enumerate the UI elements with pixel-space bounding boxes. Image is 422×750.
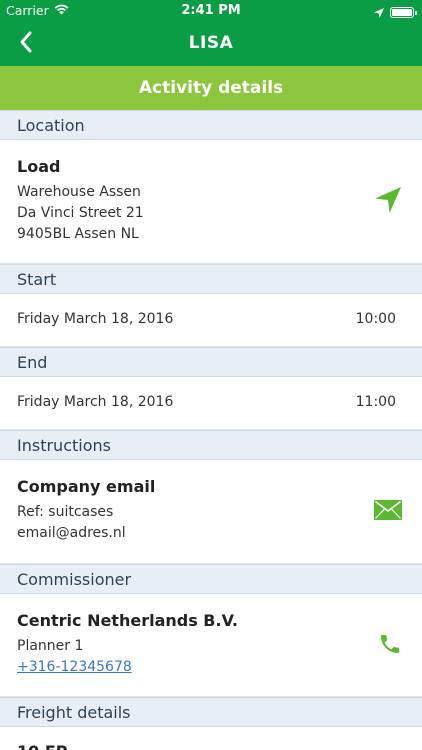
chevron-left-icon xyxy=(19,31,33,57)
instructions-row: Company email Ref: suitcases email@adres… xyxy=(0,460,422,564)
back-button[interactable] xyxy=(12,30,40,58)
section-header-end: End xyxy=(0,347,422,377)
commissioner-line: Planner 1 xyxy=(17,638,84,654)
details-list: Location Load Warehouse Assen Da Vinci S… xyxy=(0,110,422,750)
phone-icon xyxy=(378,632,402,660)
section-header-commissioner: Commissioner xyxy=(0,564,422,594)
section-header-location: Location xyxy=(0,110,422,140)
status-right xyxy=(374,3,417,22)
instructions-title: Company email xyxy=(17,477,156,496)
location-arrow-icon xyxy=(374,3,384,22)
status-bar: Carrier 2:41 PM xyxy=(0,0,422,22)
location-line: Warehouse Assen xyxy=(17,184,141,200)
envelope-icon xyxy=(374,500,402,524)
call-button[interactable] xyxy=(378,632,402,660)
navigate-button[interactable] xyxy=(374,186,402,218)
freight-row: 10 EP xyxy=(0,727,422,750)
end-row: Friday March 18, 2016 11:00 xyxy=(0,377,422,430)
navigate-arrow-icon xyxy=(374,186,402,218)
status-time: 2:41 PM xyxy=(181,3,241,18)
end-date: Friday March 18, 2016 xyxy=(17,394,174,410)
section-header-freight: Freight details xyxy=(0,697,422,727)
commissioner-phone-link[interactable]: +316-12345678 xyxy=(17,657,405,678)
location-line: Da Vinci Street 21 xyxy=(17,205,144,221)
location-row: Load Warehouse Assen Da Vinci Street 21 … xyxy=(0,140,422,264)
nav-bar: LISA xyxy=(0,22,422,66)
nav-title: LISA xyxy=(188,33,234,53)
email-button[interactable] xyxy=(374,500,402,524)
start-time: 10:00 xyxy=(355,311,396,327)
location-line: 9405BL Assen NL xyxy=(17,226,139,242)
section-header-start: Start xyxy=(0,264,422,294)
end-time: 11:00 xyxy=(355,394,396,410)
section-header-instructions: Instructions xyxy=(0,430,422,460)
start-date: Friday March 18, 2016 xyxy=(17,311,174,327)
battery-icon xyxy=(390,7,417,18)
start-row: Friday March 18, 2016 10:00 xyxy=(0,294,422,347)
location-title: Load xyxy=(17,157,61,176)
activity-details-header: Activity details xyxy=(0,66,422,110)
commissioner-title: Centric Netherlands B.V. xyxy=(17,611,238,630)
instructions-line: email@adres.nl xyxy=(17,525,126,541)
commissioner-row: Centric Netherlands B.V. Planner 1 +316-… xyxy=(0,594,422,697)
freight-title: 10 EP xyxy=(17,742,405,750)
instructions-line: Ref: suitcases xyxy=(17,504,114,520)
